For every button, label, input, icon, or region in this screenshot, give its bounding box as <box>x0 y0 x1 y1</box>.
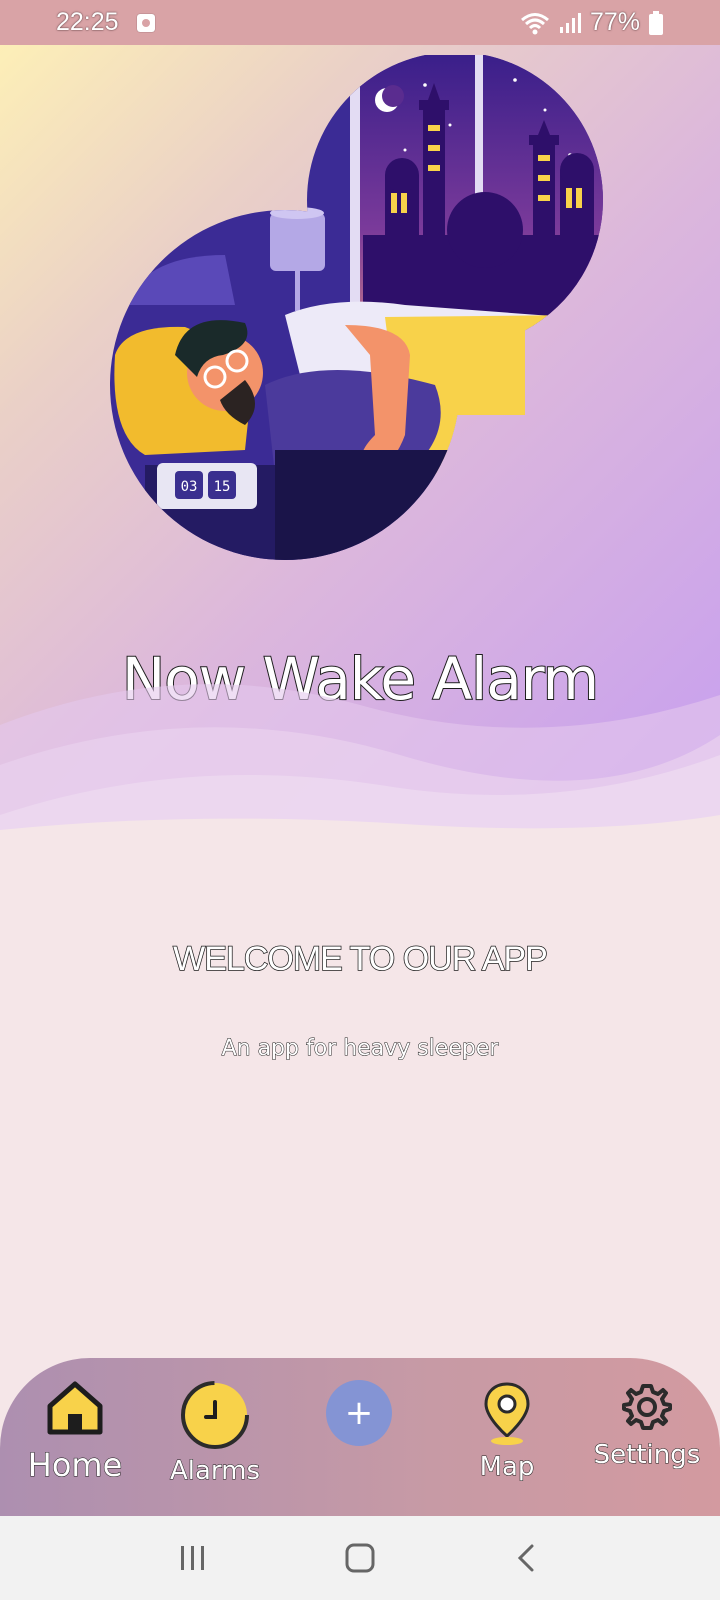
nav-settings-label: Settings <box>593 1440 701 1471</box>
battery-icon <box>649 10 663 35</box>
sleeping-man-illustration: 03 15 <box>110 55 603 560</box>
nav-alarms[interactable]: Alarms <box>160 1380 270 1487</box>
hero-section: 03 15 Now Wake Alarm <box>0 45 720 835</box>
wifi-icon <box>520 12 549 34</box>
notification-icon <box>136 13 155 32</box>
map-pin-icon <box>484 1382 530 1445</box>
home-icon <box>47 1381 103 1435</box>
nav-map-label: Map <box>479 1452 535 1483</box>
nav-map[interactable]: Map <box>452 1380 562 1483</box>
clock-minutes: 15 <box>214 479 231 495</box>
recent-apps-icon[interactable] <box>178 1543 208 1573</box>
nav-home-label: Home <box>27 1446 123 1485</box>
clock-hours: 03 <box>181 479 198 495</box>
clock-icon <box>181 1381 249 1449</box>
status-bar: 22:25 77% <box>0 0 720 45</box>
system-navigation-bar <box>0 1516 720 1600</box>
signal-icon <box>559 12 581 33</box>
status-icons: 77% <box>520 8 664 37</box>
nav-alarms-label: Alarms <box>169 1456 261 1487</box>
welcome-heading: WELCOME TO OUR APP <box>172 939 548 979</box>
back-icon[interactable] <box>512 1543 542 1573</box>
nav-add[interactable]: + <box>326 1380 394 1446</box>
gear-icon <box>622 1384 672 1430</box>
nav-home[interactable]: Home <box>20 1380 130 1485</box>
battery-percent: 77% <box>589 8 640 36</box>
home-button-icon[interactable] <box>344 1542 376 1574</box>
bottom-navigation: Home Alarms + Map Settings <box>0 1358 720 1516</box>
wave-decoration <box>0 684 720 835</box>
status-time: 22:25 <box>56 8 119 36</box>
nav-settings[interactable]: Settings <box>592 1380 702 1471</box>
tagline-text: An app for heavy sleeper <box>221 1036 499 1062</box>
add-alarm-button[interactable]: + <box>326 1380 392 1446</box>
